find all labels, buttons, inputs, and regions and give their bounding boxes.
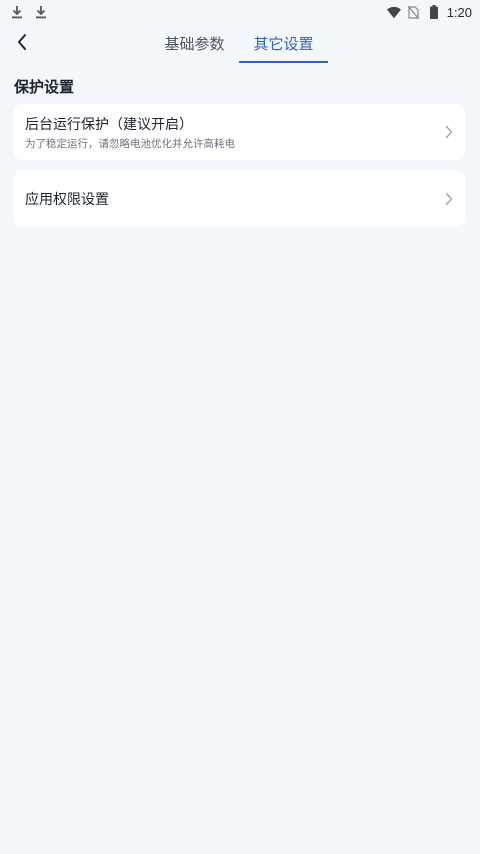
wifi-icon [386,5,401,19]
status-bar: 1:20 [0,0,480,24]
item-subtitle: 为了稳定运行，请忽略电池优化并允许高耗电 [25,138,235,150]
status-left [10,5,48,19]
tab-bar: 基础参数 其它设置 [150,24,328,64]
item-title: 后台运行保护（建议开启） [25,117,193,133]
status-right: 1:20 [386,4,472,20]
back-button[interactable] [8,30,36,58]
background-protection-item[interactable]: 后台运行保护（建议开启） 为了稳定运行，请忽略电池优化并允许高耗电 [14,104,465,160]
chevron-right-icon [443,125,455,139]
battery-icon [427,5,441,19]
status-time: 1:20 [446,4,472,20]
item-title: 应用权限设置 [25,192,109,208]
download-icon [34,5,48,19]
chevron-right-icon [443,192,455,206]
chevron-left-icon [16,33,28,55]
app-permission-item[interactable]: 应用权限设置 [14,170,465,227]
tab-basic-params[interactable]: 基础参数 [150,24,239,62]
no-sim-icon [407,5,421,19]
header: 基础参数 其它设置 [0,24,480,64]
section-title: 保护设置 [14,78,75,96]
download-icon [10,5,24,19]
tab-other-settings[interactable]: 其它设置 [239,24,328,63]
